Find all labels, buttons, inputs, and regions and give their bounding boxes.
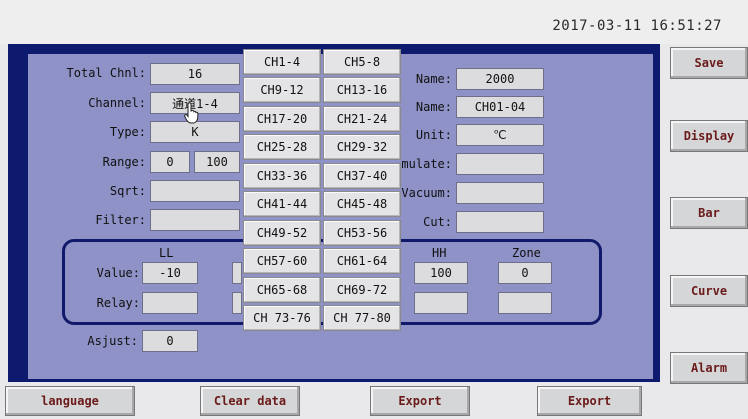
cut-field[interactable]: [456, 211, 544, 233]
ch-option-29-32[interactable]: CH29-32: [323, 134, 401, 160]
value-label: Value:: [96, 266, 140, 280]
save-button[interactable]: Save: [670, 47, 748, 79]
ch-option-49-52[interactable]: CH49-52: [243, 220, 321, 246]
hmi-screen: 2017-03-11 16:51:27 Total Chnl: 16 Chann…: [0, 0, 748, 419]
ll-relay-field[interactable]: [142, 292, 198, 314]
top-bar: 2017-03-11 16:51:27: [0, 0, 748, 44]
datetime-display: 2017-03-11 16:51:27: [552, 18, 722, 34]
asjust-label: Asjust:: [87, 334, 138, 348]
zone-value-field[interactable]: 0: [498, 262, 552, 284]
display-button[interactable]: Display: [670, 120, 748, 152]
language-button[interactable]: language: [5, 386, 135, 416]
name1-field[interactable]: 2000: [456, 68, 544, 90]
filter-label: Filter:: [95, 213, 146, 227]
ch-option-73-76[interactable]: CH 73-76: [243, 305, 321, 331]
range-label: Range:: [102, 155, 146, 169]
ch-option-5-8[interactable]: CH5-8: [323, 49, 401, 75]
unit-field[interactable]: ℃: [456, 124, 544, 146]
accumulate-field[interactable]: [456, 153, 544, 175]
ch-option-77-80[interactable]: CH 77-80: [323, 305, 401, 331]
ch-option-25-28[interactable]: CH25-28: [243, 134, 321, 160]
sqrt-label: Sqrt:: [109, 184, 146, 198]
channel-select-popup: CH1-4 CH5-8 CH9-12 CH13-16 CH17-20 CH21-…: [240, 46, 405, 334]
vacuum-field[interactable]: [456, 182, 544, 204]
hh-value-field[interactable]: 100: [414, 262, 468, 284]
export-button-2[interactable]: Export: [537, 386, 642, 416]
channel-label: Channel:: [88, 96, 146, 110]
ch-option-69-72[interactable]: CH69-72: [323, 277, 401, 303]
ch-option-13-16[interactable]: CH13-16: [323, 77, 401, 103]
total-chnl-label: Total Chnl:: [66, 66, 146, 80]
zone-relay-field[interactable]: [498, 292, 552, 314]
total-chnl-field[interactable]: 16: [150, 63, 240, 85]
range-max-field[interactable]: 100: [194, 151, 240, 173]
curve-button[interactable]: Curve: [670, 275, 748, 307]
ll-header: LL: [159, 246, 174, 260]
ch-option-37-40[interactable]: CH37-40: [323, 163, 401, 189]
type-field[interactable]: K: [150, 121, 240, 143]
ch-option-41-44[interactable]: CH41-44: [243, 191, 321, 217]
ch-option-65-68[interactable]: CH65-68: [243, 277, 321, 303]
sqrt-field[interactable]: [150, 180, 240, 202]
name2-field[interactable]: CH01-04: [456, 96, 544, 118]
relay-label: Relay:: [96, 296, 140, 310]
ch-option-9-12[interactable]: CH9-12: [243, 77, 321, 103]
type-label: Type:: [109, 125, 146, 139]
hh-relay-field[interactable]: [414, 292, 468, 314]
filter-field[interactable]: [150, 209, 240, 231]
range-min-field[interactable]: 0: [150, 151, 190, 173]
clear-data-button[interactable]: Clear data: [200, 386, 300, 416]
hh-header: HH: [432, 246, 447, 260]
alarm-button[interactable]: Alarm: [670, 352, 748, 384]
asjust-field[interactable]: 0: [142, 330, 198, 352]
ch-option-61-64[interactable]: CH61-64: [323, 248, 401, 274]
zone-header: Zone: [512, 246, 541, 260]
hand-pointer-icon: [184, 102, 199, 124]
ch-option-53-56[interactable]: CH53-56: [323, 220, 401, 246]
export-button[interactable]: Export: [370, 386, 470, 416]
ch-option-1-4[interactable]: CH1-4: [243, 49, 321, 75]
ch-option-21-24[interactable]: CH21-24: [323, 106, 401, 132]
ch-option-57-60[interactable]: CH57-60: [243, 248, 321, 274]
ll-value-field[interactable]: -10: [142, 262, 198, 284]
ch-option-45-48[interactable]: CH45-48: [323, 191, 401, 217]
ch-option-17-20[interactable]: CH17-20: [243, 106, 321, 132]
ch-option-33-36[interactable]: CH33-36: [243, 163, 321, 189]
bar-button[interactable]: Bar: [670, 197, 748, 229]
